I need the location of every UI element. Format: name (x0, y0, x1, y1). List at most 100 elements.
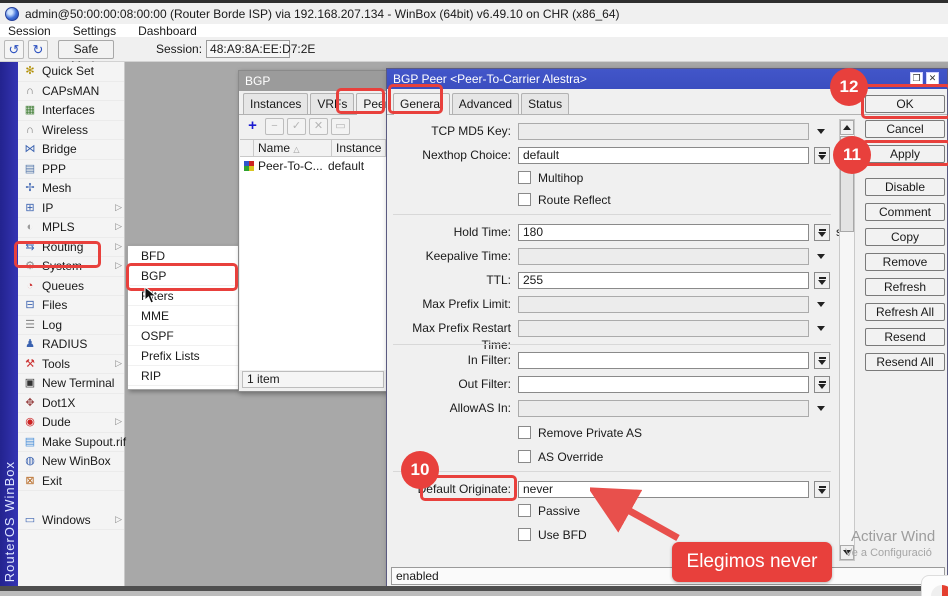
sidebar-item-tools[interactable]: ⚒Tools▷ (18, 355, 124, 375)
dropdown-button-icon[interactable] (814, 147, 830, 164)
sidebar-item-dot1x[interactable]: ✥Dot1X (18, 394, 124, 414)
sidebar-item-system[interactable]: ⚙System▷ (18, 257, 124, 277)
submenu-item-bfd[interactable]: BFD (128, 246, 239, 266)
sidebar-item-mesh[interactable]: ✢Mesh (18, 179, 124, 199)
dropdown-caret-icon[interactable] (817, 254, 825, 259)
refresh-all-button[interactable]: Refresh All (865, 303, 945, 321)
sidebar-item-radius[interactable]: ♟RADIUS (18, 335, 124, 355)
dropdown-button-icon[interactable] (814, 272, 830, 289)
ttl-field[interactable]: 255 (518, 272, 809, 289)
menu-dashboard[interactable]: Dashboard (138, 24, 197, 38)
redo-icon[interactable]: ↻ (28, 40, 48, 59)
tab-advanced[interactable]: Advanced (452, 93, 519, 114)
submenu-item-ospf[interactable]: OSPF (128, 326, 239, 346)
comment-button[interactable]: Comment (865, 203, 945, 221)
ok-button[interactable]: OK (865, 95, 945, 113)
sidebar-item-files[interactable]: ⊟Files (18, 296, 124, 316)
bgp-window-titlebar[interactable]: BGP (239, 71, 387, 91)
dropdown-caret-icon[interactable] (817, 406, 825, 411)
allowas-in-field[interactable] (518, 400, 809, 417)
dropdown-button-icon[interactable] (814, 352, 830, 369)
sidebar-item-dude[interactable]: ◉Dude▷ (18, 413, 124, 433)
session-value-field[interactable]: 48:A9:8A:EE:D7:2E (206, 40, 290, 58)
passive-checkbox[interactable] (518, 504, 531, 517)
menu-settings[interactable]: Settings (73, 24, 116, 38)
remove-icon[interactable]: − (265, 118, 284, 135)
instance-column-header[interactable]: Instance (332, 140, 386, 156)
out-filter-field[interactable] (518, 376, 809, 393)
max-prefix-restart-field[interactable] (518, 320, 809, 337)
nexthop-choice-field[interactable]: default (518, 147, 809, 164)
divider (393, 344, 831, 345)
route-reflect-checkbox[interactable] (518, 193, 531, 206)
tcp-md5-key-field[interactable] (518, 123, 809, 140)
dropdown-caret-icon[interactable] (817, 326, 825, 331)
in-filter-field[interactable] (518, 352, 809, 369)
sidebar-item-quick-set[interactable]: ✻Quick Set (18, 62, 124, 82)
sidebar-item-capsman[interactable]: ∩CAPsMAN (18, 82, 124, 102)
sidebar-item-routing[interactable]: ⇆Routing▷ (18, 238, 124, 258)
disable-button[interactable]: Disable (865, 178, 945, 196)
sidebar-item-new-terminal[interactable]: ▣New Terminal (18, 374, 124, 394)
submenu-item-rip[interactable]: RIP (128, 366, 239, 386)
use-bfd-checkbox[interactable] (518, 528, 531, 541)
remove-private-as-checkbox[interactable] (518, 426, 531, 439)
sidebar-item-make-supout[interactable]: ▤Make Supout.rif (18, 433, 124, 453)
tab-status[interactable]: Status (521, 93, 569, 114)
safe-mode-button[interactable]: Safe Mode (58, 40, 114, 59)
submenu-item-prefix-lists[interactable]: Prefix Lists (128, 346, 239, 366)
keepalive-time-field[interactable] (518, 248, 809, 265)
resend-all-button[interactable]: Resend All (865, 353, 945, 371)
close-icon[interactable]: ✕ (926, 72, 939, 85)
dropdown-button-icon[interactable] (814, 376, 830, 393)
sidebar-item-ip[interactable]: ⊞IP▷ (18, 199, 124, 219)
tab-vrfs[interactable]: VRFs (310, 93, 354, 114)
apply-button[interactable]: Apply (865, 145, 945, 163)
dropdown-caret-icon[interactable] (817, 129, 825, 134)
dot1x-icon: ✥ (23, 396, 37, 410)
add-icon[interactable]: + (243, 118, 262, 135)
dropdown-button-icon[interactable] (814, 481, 830, 498)
sidebar-item-mpls[interactable]: ◐MPLS▷ (18, 218, 124, 238)
maximize-icon[interactable]: ❒ (910, 72, 923, 85)
dropdown-caret-icon[interactable] (817, 302, 825, 307)
flag-column-header[interactable] (240, 140, 254, 156)
sidebar-item-wireless[interactable]: ∩Wireless (18, 121, 124, 141)
name-column-header[interactable]: Name △ (254, 140, 332, 156)
tab-general[interactable]: General (393, 93, 450, 115)
sidebar-item-exit[interactable]: ⊠Exit (18, 472, 124, 492)
cancel-button[interactable]: Cancel (865, 120, 945, 138)
submenu-arrow-icon: ▷ (115, 260, 122, 271)
disable-icon[interactable]: ✕ (309, 118, 328, 135)
submenu-item-mme[interactable]: MME (128, 306, 239, 326)
sidebar-item-interfaces[interactable]: ▦Interfaces (18, 101, 124, 121)
as-override-checkbox[interactable] (518, 450, 531, 463)
max-prefix-limit-field[interactable] (518, 296, 809, 313)
submenu-item-bgp[interactable]: BGP (128, 266, 239, 286)
multihop-checkbox[interactable] (518, 171, 531, 184)
refresh-button[interactable]: Refresh (865, 278, 945, 296)
sidebar-item-queues[interactable]: ◔Queues (18, 277, 124, 297)
enable-icon[interactable]: ✓ (287, 118, 306, 135)
undo-icon[interactable]: ↺ (4, 40, 24, 59)
sidebar-item-new-winbox[interactable]: ◍New WinBox (18, 452, 124, 472)
step-11-badge: 11 (833, 136, 871, 174)
tab-instances[interactable]: Instances (243, 93, 308, 114)
sidebar-item-ppp[interactable]: ▤PPP (18, 160, 124, 180)
sidebar-item-label: Wireless (42, 123, 88, 137)
table-row[interactable]: Peer-To-C... default (240, 157, 386, 174)
hold-time-field[interactable]: 180 (518, 224, 809, 241)
sidebar-item-windows[interactable]: ▭Windows▷ (18, 511, 124, 531)
annotation-banner: Elegimos never (672, 542, 832, 582)
resend-button[interactable]: Resend (865, 328, 945, 346)
dialog-scrollbar[interactable] (839, 119, 855, 561)
dropdown-button-icon[interactable] (814, 224, 830, 241)
sidebar-item-bridge[interactable]: ⋈Bridge (18, 140, 124, 160)
copy-button[interactable]: Copy (865, 228, 945, 246)
comment-icon[interactable]: ▭ (331, 118, 350, 135)
scroll-up-icon[interactable] (840, 120, 854, 135)
menu-session[interactable]: Session (8, 24, 51, 38)
sidebar-item-log[interactable]: ☰Log (18, 316, 124, 336)
remove-button[interactable]: Remove (865, 253, 945, 271)
sidebar-item-label: RADIUS (42, 337, 87, 351)
